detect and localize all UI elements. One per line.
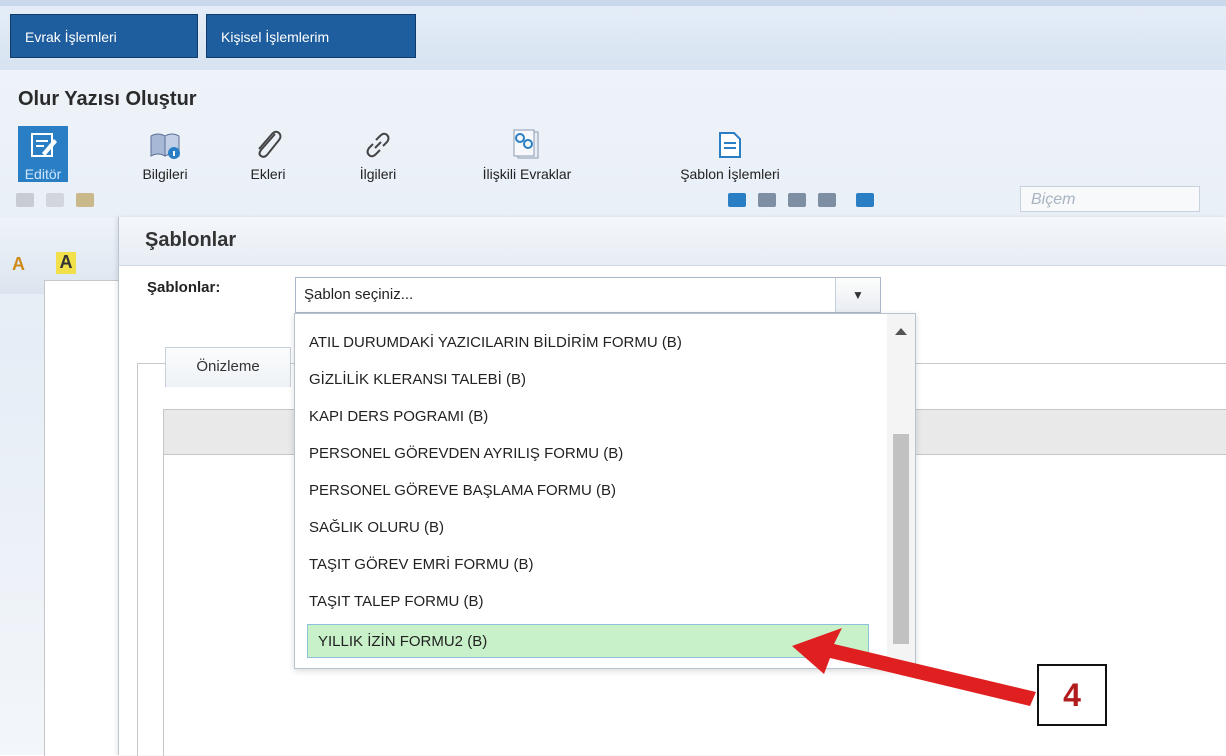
- list-item[interactable]: PERSONEL GÖREVDEN AYRILIŞ FORMU (B): [309, 437, 869, 471]
- template-select-value: Şablon seçiniz...: [304, 286, 414, 303]
- list-item[interactable]: GİZLİLİK KLERANSI TALEBİ (B): [309, 363, 869, 397]
- editor-icon: [26, 128, 60, 162]
- link-icon: [361, 128, 395, 162]
- template-select[interactable]: Şablon seçiniz... ▼: [295, 277, 881, 313]
- align-center-icon[interactable]: [758, 193, 776, 207]
- tool-bilgileri-label: Bilgileri: [142, 166, 188, 182]
- page-title: Olur Yazısı Oluştur: [18, 88, 197, 110]
- cut-icon[interactable]: [16, 193, 34, 207]
- tool-sablon-label: Şablon İşlemleri: [680, 166, 780, 182]
- align-right-icon[interactable]: [788, 193, 806, 207]
- related-docs-icon: [510, 128, 544, 162]
- paste-icon[interactable]: [76, 193, 94, 207]
- step-callout: 4: [1037, 664, 1107, 726]
- text-color-icon[interactable]: A: [12, 254, 25, 275]
- tool-ilgileri-label: İlgileri: [359, 166, 397, 182]
- template-icon: [713, 128, 747, 162]
- tool-bilgileri-button[interactable]: Bilgileri: [130, 128, 200, 182]
- tool-iliskili-evraklar-button[interactable]: İlişkili Evraklar: [452, 128, 602, 182]
- list-item[interactable]: ATIL DURUMDAKİ YAZICILARIN BİLDİRİM FORM…: [309, 326, 869, 360]
- annotation-arrow: [792, 628, 1036, 706]
- dialog-title: Şablonlar: [145, 229, 237, 251]
- tool-iliskili-label: İlişkili Evraklar: [482, 166, 572, 182]
- chevron-down-icon[interactable]: ▼: [835, 278, 880, 312]
- tab-onizleme[interactable]: Önizleme: [165, 347, 291, 387]
- tab-kisisel-islemlerim[interactable]: Kişisel İşlemlerim: [206, 14, 416, 58]
- template-dropdown-list[interactable]: ATIL DURUMDAKİ YAZICILARIN BİLDİRİM FORM…: [294, 313, 916, 669]
- tool-ekleri-button[interactable]: Ekleri: [238, 128, 298, 182]
- tool-ekleri-label: Ekleri: [250, 166, 286, 182]
- style-select[interactable]: Biçem: [1020, 186, 1200, 212]
- tool-ilgileri-button[interactable]: İlgileri: [348, 128, 408, 182]
- list-item[interactable]: TAŞIT GÖREV EMRİ FORMU (B): [309, 548, 869, 582]
- scroll-up-icon[interactable]: [895, 328, 907, 335]
- book-icon: [148, 128, 182, 162]
- document-canvas: [44, 280, 125, 756]
- tool-editor-button[interactable]: Editör: [18, 126, 68, 182]
- paperclip-icon: [251, 128, 285, 162]
- list-item[interactable]: PERSONEL GÖREVE BAŞLAMA FORMU (B): [309, 474, 869, 508]
- tool-editor-label: Editör: [24, 166, 62, 182]
- list-item[interactable]: KAPI DERS POGRAMI (B): [309, 400, 869, 434]
- scroll-thumb[interactable]: [893, 434, 909, 644]
- justify-icon[interactable]: [818, 193, 836, 207]
- dropdown-scrollbar[interactable]: [887, 314, 915, 668]
- align-left-icon[interactable]: [728, 193, 746, 207]
- list-item[interactable]: TAŞIT TALEP FORMU (B): [309, 585, 869, 619]
- top-navigation: Evrak İşlemleri Kişisel İşlemlerim: [0, 0, 1226, 70]
- tab-evrak-islemleri[interactable]: Evrak İşlemleri: [10, 14, 198, 58]
- templates-label: Şablonlar:: [147, 279, 221, 296]
- list-item[interactable]: SAĞLIK OLURU (B): [309, 511, 869, 545]
- highlight-icon[interactable]: A: [56, 252, 76, 274]
- ltr-icon[interactable]: [856, 193, 874, 207]
- tool-sablon-islemleri-button[interactable]: Şablon İşlemleri: [640, 128, 820, 182]
- copy-icon[interactable]: [46, 193, 64, 207]
- dialog-header: Şablonlar: [119, 217, 1226, 266]
- top-strip: [0, 0, 1226, 6]
